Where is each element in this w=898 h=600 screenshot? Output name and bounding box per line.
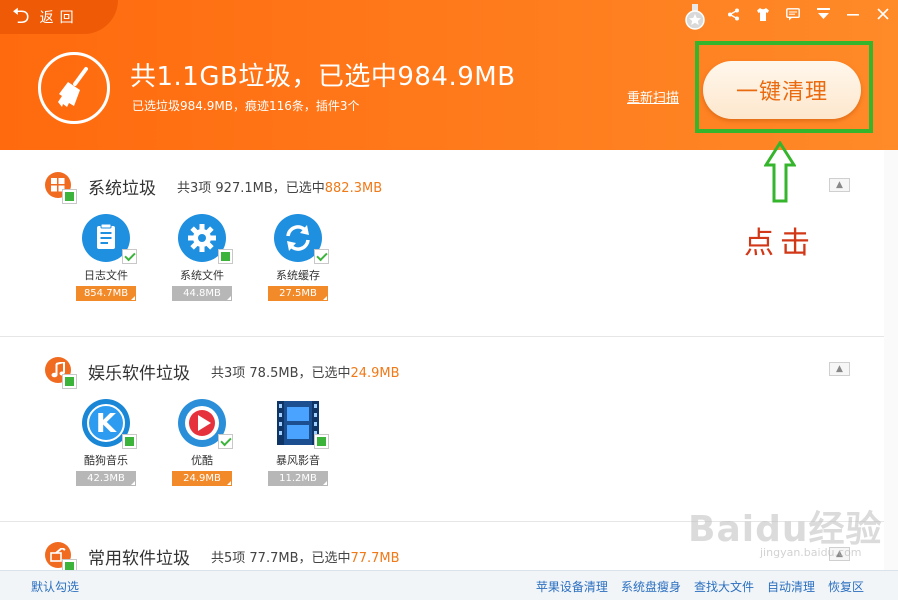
item-size-badge: 42.3MB	[76, 471, 136, 486]
item-size-badge: 11.2MB	[268, 471, 328, 486]
header-banner: ⮌ 返回 共1.1GB垃圾，已选中984.9MB 已选垃圾984.9MB，痕迹1…	[0, 0, 898, 150]
one-click-clean-button[interactable]: 一键清理	[703, 61, 861, 119]
rescan-link[interactable]: 重新扫描	[627, 87, 679, 106]
footer-links: 苹果设备清理 系统盘瘦身 查找大文件 自动清理 恢复区	[536, 578, 864, 595]
software-tools-icon[interactable]	[45, 542, 77, 570]
item-youku[interactable]: 优酷 24.9MB	[167, 399, 237, 486]
collapse-button[interactable]: ▲	[829, 178, 850, 192]
back-button[interactable]: ⮌ 返回	[0, 0, 118, 34]
item-checkbox[interactable]	[314, 249, 329, 264]
item-label: 系统文件	[180, 269, 224, 282]
item-system-files[interactable]: 系统文件 44.8MB	[167, 214, 237, 301]
item-checkbox[interactable]	[218, 434, 233, 449]
item-size-badge: 27.5MB	[268, 286, 328, 301]
minimize-icon[interactable]	[838, 1, 868, 27]
window-controls	[718, 0, 898, 28]
item-size-badge: 854.7MB	[76, 286, 136, 301]
item-size-badge: 24.9MB	[172, 471, 232, 486]
item-baofeng[interactable]: 暴风影音 11.2MB	[263, 399, 333, 486]
gear-icon	[178, 214, 233, 264]
footer-link-apple-device-clean[interactable]: 苹果设备清理	[536, 578, 608, 595]
log-file-icon	[82, 214, 137, 264]
svg-text:K: K	[96, 409, 117, 439]
music-note-icon[interactable]	[45, 357, 77, 389]
refresh-icon	[274, 214, 329, 264]
baidu-watermark-url: jingyan.baidu.com	[760, 546, 862, 559]
section-entertainment-junk: 娱乐软件垃圾 共3项 78.5MB，已选中24.9MB ▲ K 酷狗音乐 42.…	[0, 337, 884, 521]
item-label: 优酷	[191, 454, 213, 467]
skin-shirt-icon[interactable]	[748, 1, 778, 27]
item-log-files[interactable]: 日志文件 854.7MB	[71, 214, 141, 301]
item-checkbox[interactable]	[218, 249, 233, 264]
section-checkbox[interactable]	[62, 374, 77, 389]
footer-link-restore-area[interactable]: 恢复区	[828, 578, 864, 595]
section-checkbox[interactable]	[62, 189, 77, 204]
baidu-watermark: Baidu经验	[688, 509, 883, 550]
item-label: 系统缓存	[276, 269, 320, 282]
footer-link-find-large-files[interactable]: 查找大文件	[694, 578, 754, 595]
junk-summary-subtitle: 已选垃圾984.9MB，痕迹116条，插件3个	[132, 99, 360, 113]
close-icon[interactable]	[868, 1, 898, 27]
youku-icon	[178, 399, 233, 449]
item-checkbox[interactable]	[122, 434, 137, 449]
item-system-cache[interactable]: 系统缓存 27.5MB	[263, 214, 333, 301]
section-summary: 共3项 78.5MB，已选中24.9MB	[211, 366, 400, 381]
footer-link-auto-clean[interactable]: 自动清理	[767, 578, 815, 595]
menu-dropdown-icon[interactable]	[808, 1, 838, 27]
item-label: 暴风影音	[276, 454, 320, 467]
section-checkbox[interactable]	[62, 559, 77, 570]
back-arrow-icon: ⮌	[12, 4, 30, 29]
footer-link-system-disk-slim[interactable]: 系统盘瘦身	[621, 578, 681, 595]
windows-logo-icon[interactable]	[45, 172, 77, 204]
item-label: 酷狗音乐	[84, 454, 128, 467]
section-title: 娱乐软件垃圾	[88, 364, 190, 384]
item-label: 日志文件	[84, 269, 128, 282]
collapse-button[interactable]: ▲	[829, 362, 850, 376]
section-summary: 共3项 927.1MB，已选中882.3MB	[177, 181, 383, 196]
item-size-badge: 44.8MB	[172, 286, 232, 301]
baofeng-icon	[274, 399, 329, 449]
medal-icon[interactable]	[684, 4, 706, 30]
item-kugou-music[interactable]: K 酷狗音乐 42.3MB	[71, 399, 141, 486]
section-title: 常用软件垃圾	[88, 549, 190, 569]
section-title: 系统垃圾	[88, 179, 156, 199]
scrollbar-track[interactable]	[884, 150, 898, 570]
item-checkbox[interactable]	[314, 434, 329, 449]
kugou-icon: K	[82, 399, 137, 449]
default-check-link[interactable]: 默认勾选	[31, 578, 79, 595]
section-summary: 共5项 77.7MB，已选中77.7MB	[211, 551, 400, 566]
message-icon[interactable]	[778, 1, 808, 27]
junk-total-title: 共1.1GB垃圾，已选中984.9MB	[130, 62, 516, 92]
footer-bar: 默认勾选 苹果设备清理 系统盘瘦身 查找大文件 自动清理 恢复区	[0, 570, 898, 600]
back-label: 返回	[39, 10, 80, 26]
share-icon[interactable]	[718, 1, 748, 27]
section-system-junk: 系统垃圾 共3项 927.1MB，已选中882.3MB ▲ 日志文件 854.7…	[0, 150, 884, 336]
item-checkbox[interactable]	[122, 249, 137, 264]
broom-icon	[38, 52, 110, 124]
